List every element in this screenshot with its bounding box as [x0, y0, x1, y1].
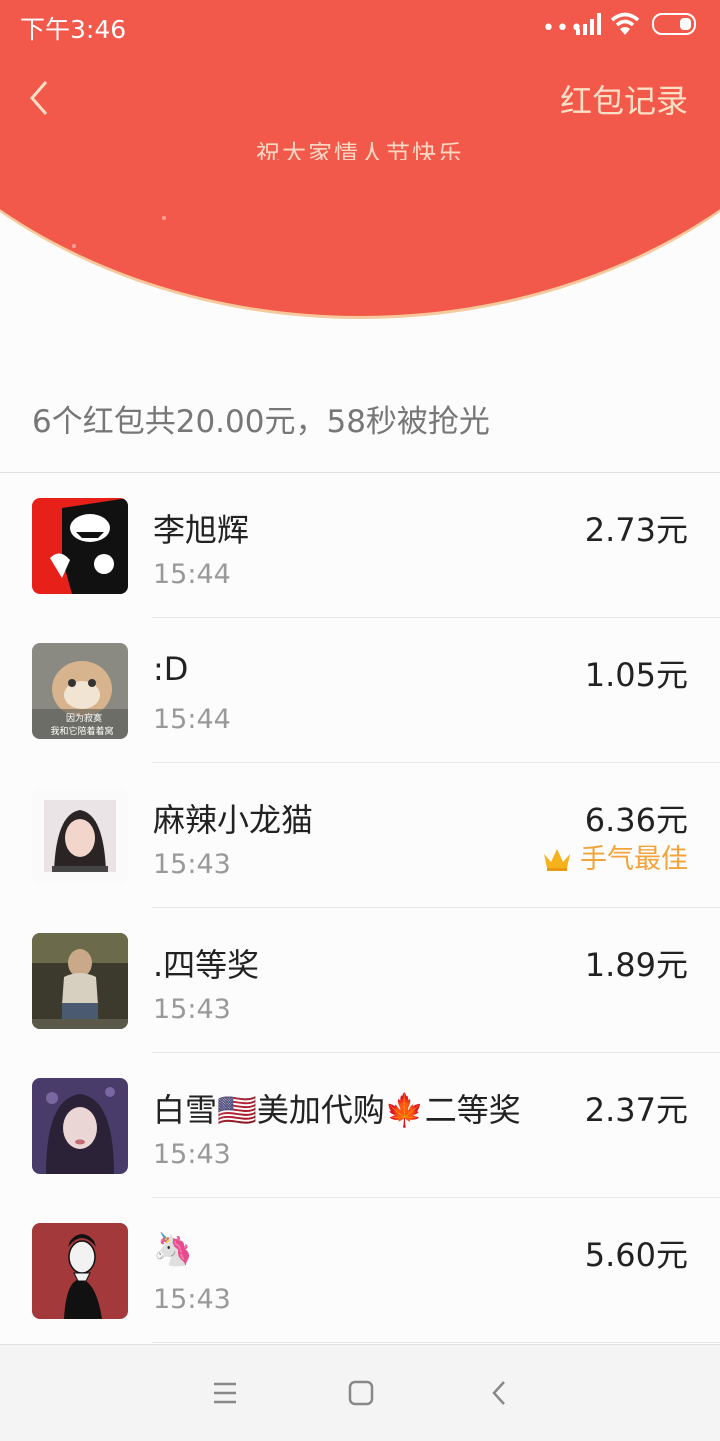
best-luck-label: 手气最佳	[580, 844, 688, 875]
chevron-left-icon	[30, 81, 48, 115]
member-name: 🦄	[153, 1230, 193, 1268]
back-icon	[492, 1381, 505, 1405]
amount: 2.37元	[584, 1091, 688, 1129]
list-item[interactable]: .四等奖 15:43 1.89元	[0, 908, 720, 1053]
list-item[interactable]: 李旭辉 15:44 2.73元	[0, 473, 720, 618]
battery-icon	[652, 13, 696, 35]
avatar: 因为寂寞 我和它陪着着窝	[32, 643, 128, 739]
avatar	[32, 1078, 128, 1174]
avatar-caption-line2: 我和它陪着着窝	[50, 725, 113, 737]
nav-home-button[interactable]	[341, 1373, 381, 1413]
grab-time: 15:43	[153, 1284, 231, 1315]
grab-time: 15:43	[153, 849, 231, 880]
amount: 1.05元	[584, 656, 688, 694]
member-name: 李旭辉	[153, 511, 250, 549]
red-packet-records-link[interactable]: 红包记录	[560, 76, 688, 122]
amount: 2.73元	[584, 511, 688, 549]
back-button[interactable]	[24, 76, 60, 120]
menu-icon	[214, 1382, 236, 1404]
home-icon	[348, 1380, 374, 1406]
avatar	[32, 1223, 128, 1319]
crown-icon	[544, 849, 570, 871]
list-item[interactable]: 🦄 15:43 5.60元	[0, 1198, 720, 1343]
grab-time: 15:44	[153, 704, 231, 735]
nav-back-button[interactable]	[479, 1373, 519, 1413]
amount: 1.89元	[584, 946, 688, 984]
grab-time: 15:43	[153, 994, 231, 1025]
member-name: :D	[153, 650, 189, 688]
best-luck-badge: 手气最佳	[542, 837, 688, 876]
status-time: 下午3:46	[20, 15, 127, 44]
wifi-icon	[610, 12, 640, 35]
grab-time: 15:43	[153, 1139, 231, 1170]
avatar	[32, 498, 128, 594]
member-name: 白雪🇺🇸美加代购🍁二等奖	[153, 1091, 521, 1129]
avatar-caption-line1: 因为寂寞	[66, 712, 102, 724]
record-list: 李旭辉 15:44 2.73元 因为寂寞 我和它陪着着窝 :D 15:44 1.…	[0, 473, 720, 1343]
member-name: 麻辣小龙猫	[153, 801, 314, 839]
system-navigation-bar	[0, 1344, 720, 1441]
sparkle	[162, 216, 166, 220]
status-bar: 下午3:46 •••	[0, 0, 720, 52]
list-item[interactable]: 因为寂寞 我和它陪着着窝 :D 15:44 1.05元	[0, 618, 720, 763]
avatar	[32, 933, 128, 1029]
sparkle	[72, 244, 76, 248]
grab-time: 15:44	[153, 559, 231, 590]
amount: 5.60元	[584, 1236, 688, 1274]
signal-icon	[576, 13, 601, 35]
nav-menu-button[interactable]	[205, 1373, 245, 1413]
member-name: .四等奖	[153, 946, 260, 984]
amount: 6.36元	[584, 801, 688, 839]
avatar	[32, 788, 128, 884]
list-item[interactable]: 白雪🇺🇸美加代购🍁二等奖 15:43 2.37元	[0, 1053, 720, 1198]
blessing-text: 祝大家情人节快乐	[256, 140, 464, 160]
divider	[152, 1342, 720, 1343]
list-item[interactable]: 麻辣小龙猫 15:43 6.36元 手气最佳	[0, 763, 720, 908]
packet-summary: 6个红包共20.00元，58秒被抢光	[32, 404, 490, 440]
